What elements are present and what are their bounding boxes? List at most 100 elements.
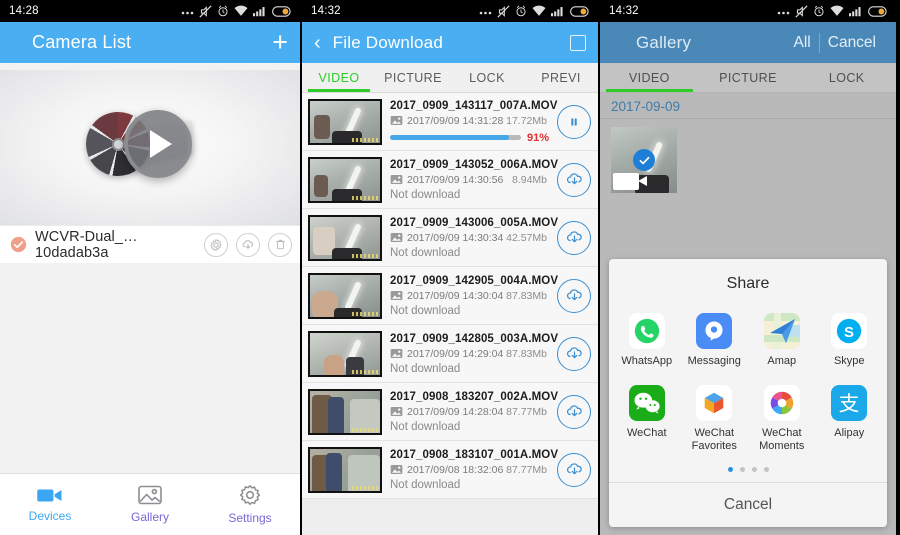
share-row-2: WeChat WeChat Favorites WeChat Moments 支…: [609, 377, 887, 461]
share-app-amap[interactable]: Amap: [748, 307, 816, 376]
alarm-icon: [218, 5, 228, 17]
file-thumbnail[interactable]: [308, 156, 382, 203]
share-app-skype[interactable]: S Skype: [816, 307, 884, 376]
play-button[interactable]: [124, 110, 192, 178]
file-row[interactable]: 2017_0909_142805_003A.MOV 2017/09/09 14:…: [302, 325, 598, 383]
share-app-alipay[interactable]: 支 Alipay: [816, 379, 884, 461]
share-app-wechat-moments[interactable]: WeChat Moments: [748, 379, 816, 461]
cloud-download-icon[interactable]: [236, 232, 260, 257]
progress-fill: [390, 135, 510, 140]
more-dots-icon: [777, 11, 790, 15]
page-dot[interactable]: [751, 467, 757, 472]
share-app-wechat-favorites[interactable]: WeChat Favorites: [681, 379, 749, 461]
share-app-wechat[interactable]: WeChat: [613, 379, 681, 461]
cloud-download-icon[interactable]: [557, 278, 591, 313]
file-thumbnail[interactable]: [308, 388, 382, 435]
status-icons: [181, 4, 293, 18]
file-thumbnail[interactable]: [308, 446, 382, 493]
page-dot[interactable]: [763, 467, 769, 472]
select-square-icon[interactable]: [570, 34, 586, 51]
tab-picture[interactable]: PICTURE: [699, 63, 798, 92]
pause-icon[interactable]: [557, 104, 591, 139]
image-icon: [390, 291, 403, 300]
more-dots-icon: [479, 11, 492, 15]
trash-icon[interactable]: [268, 232, 292, 257]
file-meta: 2017/09/09 14:30:56 8.94Mb: [390, 174, 553, 186]
tab-video[interactable]: VIDEO: [302, 63, 376, 92]
file-row[interactable]: 2017_0909_143052_006A.MOV 2017/09/09 14:…: [302, 151, 598, 209]
share-cancel-button[interactable]: Cancel: [609, 482, 887, 527]
cloud-download-icon[interactable]: [557, 336, 591, 371]
share-app-label: WeChat Favorites: [691, 426, 737, 452]
wifi-icon: [532, 5, 546, 16]
cancel-button[interactable]: Cancel: [820, 34, 884, 52]
share-app-label: WeChat Moments: [759, 426, 805, 452]
file-size: 17.72Mb: [506, 114, 547, 127]
file-row[interactable]: 2017_0909_143006_005A.MOV 2017/09/09 14:…: [302, 209, 598, 267]
alarm-icon: [814, 5, 824, 17]
camera-preview-thumbnail[interactable]: [0, 70, 300, 225]
whatsapp-icon: [628, 313, 665, 350]
nav-label-gallery: Gallery: [130, 510, 169, 524]
file-row[interactable]: 2017_0908_183207_002A.MOV 2017/09/09 14:…: [302, 383, 598, 441]
tab-video[interactable]: VIDEO: [600, 63, 699, 92]
gear-icon: [239, 485, 261, 505]
file-thumbnail[interactable]: [308, 214, 382, 261]
cloud-download-icon[interactable]: [557, 162, 591, 197]
nav-label-settings: Settings: [228, 511, 272, 525]
page-dot[interactable]: [739, 467, 745, 472]
add-camera-button[interactable]: +: [272, 29, 288, 56]
file-status: Not download: [390, 246, 461, 259]
file-row[interactable]: 2017_0909_143117_007A.MOV 2017/09/09 14:…: [302, 93, 598, 151]
wechat-icon: [628, 384, 665, 421]
camera-row[interactable]: WCVR-Dual_…10dadab3a: [0, 225, 300, 263]
file-meta: 2017/09/09 14:28:04 87.77Mb: [390, 406, 553, 418]
file-thumbnail[interactable]: [308, 272, 382, 319]
battery-icon: [272, 5, 291, 17]
page-dot[interactable]: [727, 467, 733, 472]
wechat-moments-icon: [763, 384, 800, 421]
chevron-left-icon[interactable]: ‹: [314, 33, 323, 53]
progress-track: [390, 135, 521, 140]
gear-icon[interactable]: [204, 232, 228, 257]
nav-item-gallery[interactable]: Gallery: [100, 474, 200, 535]
cloud-download-icon[interactable]: [557, 452, 591, 487]
file-info: 2017_0908_183107_001A.MOV 2017/09/08 18:…: [382, 449, 558, 491]
tab-lock[interactable]: LOCK: [450, 63, 524, 92]
selected-check-icon[interactable]: [633, 149, 655, 171]
tab-bar: VIDEO PICTURE LOCK: [600, 63, 896, 93]
camera-card[interactable]: WCVR-Dual_…10dadab3a: [0, 70, 300, 263]
tab-picture[interactable]: PICTURE: [376, 63, 450, 92]
nav-item-devices[interactable]: Devices: [0, 474, 100, 535]
share-app-whatsapp[interactable]: WhatsApp: [613, 307, 681, 376]
tab-preview[interactable]: PREVI: [524, 63, 598, 92]
cloud-download-icon[interactable]: [557, 394, 591, 429]
wechat-favorites-icon: [696, 384, 733, 421]
file-info: 2017_0908_183207_002A.MOV 2017/09/09 14:…: [382, 390, 559, 433]
tab-lock[interactable]: LOCK: [797, 63, 896, 92]
gallery-item[interactable]: [611, 127, 677, 193]
share-app-label: WhatsApp: [621, 355, 673, 368]
video-badge-icon: [613, 173, 647, 190]
share-page-indicator: [609, 461, 887, 482]
nav-label-devices: Devices: [28, 508, 72, 523]
battery-icon: [868, 5, 887, 17]
file-status: Not download: [390, 420, 461, 433]
file-thumbnail[interactable]: [308, 98, 382, 145]
file-list[interactable]: 2017_0909_143117_007A.MOV 2017/09/09 14:…: [302, 93, 598, 535]
select-all-button[interactable]: All: [786, 34, 819, 52]
cloud-download-icon[interactable]: [557, 220, 591, 255]
file-row[interactable]: 2017_0908_183107_001A.MOV 2017/09/08 18:…: [302, 441, 598, 499]
file-row[interactable]: 2017_0909_142905_004A.MOV 2017/09/09 14:…: [302, 267, 598, 325]
file-thumbnail[interactable]: [308, 330, 382, 377]
file-size: 87.77Mb: [506, 405, 547, 418]
file-date: 2017/09/09 14:31:28: [407, 114, 504, 127]
file-status: Not download: [390, 362, 461, 375]
file-date: 2017/09/09 14:28:04: [407, 405, 504, 418]
file-name: 2017_0908_183207_002A.MOV: [390, 390, 559, 403]
share-app-messaging[interactable]: Messaging: [681, 307, 749, 376]
page-title: File Download: [332, 32, 443, 52]
file-size: 87.83Mb: [506, 289, 547, 302]
nav-item-settings[interactable]: Settings: [200, 474, 300, 535]
file-name: 2017_0909_142805_003A.MOV: [390, 332, 559, 345]
